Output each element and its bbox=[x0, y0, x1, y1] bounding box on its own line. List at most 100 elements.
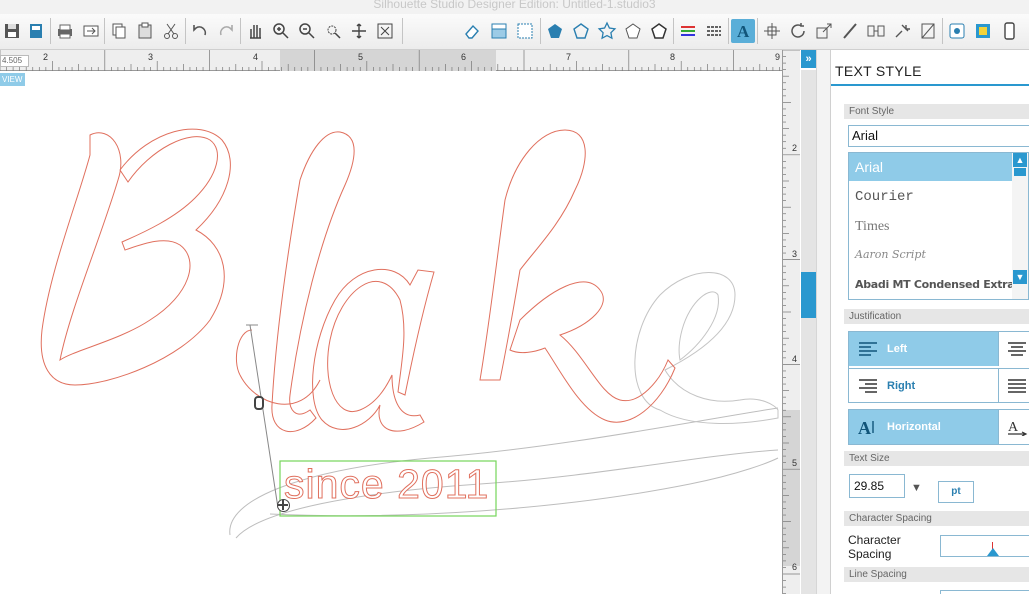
copy-icon[interactable] bbox=[107, 19, 131, 43]
justify-left-button[interactable]: Left bbox=[849, 332, 998, 366]
trace-icon[interactable] bbox=[569, 19, 593, 43]
move-handle-icon[interactable] bbox=[277, 499, 290, 512]
zoom-in-icon[interactable] bbox=[269, 19, 293, 43]
undo-icon[interactable] bbox=[188, 19, 212, 43]
ruler-label: 4 bbox=[792, 354, 798, 364]
library-icon[interactable] bbox=[945, 19, 969, 43]
panel-title: TEXT STYLE bbox=[835, 63, 922, 79]
top-ruler: 2 3 4 5 6 7 8 9 bbox=[0, 50, 782, 71]
drag-zoom-icon[interactable] bbox=[347, 19, 371, 43]
rotation-guide bbox=[249, 324, 279, 509]
align-right-icon bbox=[859, 378, 877, 393]
print-icon[interactable] bbox=[53, 19, 77, 43]
character-spacing-slider[interactable] bbox=[940, 535, 1029, 557]
rotate-icon[interactable] bbox=[786, 19, 810, 43]
lock-icon[interactable] bbox=[254, 396, 264, 410]
design-canvas[interactable]: since 2011 bbox=[0, 72, 782, 594]
collapse-panel-button[interactable]: » bbox=[801, 50, 816, 68]
svg-text:A: A bbox=[1008, 420, 1019, 435]
character-spacing-header: Character Spacing bbox=[844, 511, 1029, 526]
right-ruler: 2 3 4 5 6 bbox=[782, 50, 800, 594]
ruler-label: 2 bbox=[43, 52, 49, 62]
pan-hand-icon[interactable] bbox=[243, 19, 267, 43]
character-spacing-label: Character Spacing bbox=[848, 533, 901, 561]
send-to-cutter-icon[interactable] bbox=[79, 19, 103, 43]
align-center-icon bbox=[1008, 342, 1026, 356]
panel-divider bbox=[816, 50, 830, 594]
polygon-icon[interactable] bbox=[543, 19, 567, 43]
text-style-icon[interactable]: A bbox=[731, 19, 755, 43]
paste-icon[interactable] bbox=[133, 19, 157, 43]
text-size-input[interactable]: 29.85 bbox=[849, 474, 905, 498]
fit-to-page-icon[interactable] bbox=[373, 19, 397, 43]
scale-icon[interactable] bbox=[812, 19, 836, 43]
view-badge[interactable]: VIEW bbox=[0, 73, 25, 86]
since-text[interactable]: since 2011 bbox=[283, 461, 489, 508]
fill-color-icon[interactable] bbox=[487, 19, 511, 43]
direction-horizontal-label: Horizontal bbox=[887, 421, 941, 433]
eraser-icon[interactable] bbox=[460, 19, 484, 43]
align-justify-icon bbox=[1008, 379, 1026, 393]
letter-e-outline bbox=[634, 272, 779, 424]
ruler-label: 6 bbox=[792, 562, 798, 572]
font-item-abadi[interactable]: Abadi MT Condensed Extra bbox=[849, 271, 1013, 299]
scroll-down-icon[interactable]: ▼ bbox=[1013, 270, 1027, 284]
justify-center-button[interactable] bbox=[998, 332, 1029, 366]
font-name-input[interactable]: Arial bbox=[848, 125, 1029, 147]
font-list[interactable]: Arial Courier Times Aaron Script Abadi M… bbox=[848, 152, 1014, 300]
save-icon[interactable] bbox=[0, 19, 24, 43]
chevron-down-icon[interactable]: ▼ bbox=[911, 482, 922, 494]
save-to-library-icon[interactable] bbox=[24, 19, 48, 43]
vertical-scrollbar[interactable] bbox=[801, 70, 816, 594]
redo-icon[interactable] bbox=[214, 19, 238, 43]
font-item-courier[interactable]: Courier bbox=[849, 183, 1013, 211]
font-item-arial[interactable]: Arial bbox=[849, 153, 1013, 181]
pentagon-icon[interactable] bbox=[647, 19, 671, 43]
justify-right-button[interactable]: Right bbox=[849, 368, 998, 402]
text-size-header: Text Size bbox=[844, 451, 1029, 466]
font-list-scrollbar[interactable]: ▲ ▼ bbox=[1012, 152, 1029, 300]
phone-icon[interactable] bbox=[997, 19, 1021, 43]
font-item-times[interactable]: Times bbox=[849, 213, 1013, 241]
shape-outline-icon[interactable] bbox=[621, 19, 645, 43]
text-style-panel: TEXT STYLE Font Style Arial Arial Courie… bbox=[830, 50, 1029, 594]
letter-b-outline bbox=[40, 128, 231, 386]
ruler-label: 8 bbox=[670, 52, 676, 62]
store-icon[interactable] bbox=[971, 19, 995, 43]
justification-header: Justification bbox=[844, 309, 1029, 324]
zoom-select-icon[interactable] bbox=[321, 19, 345, 43]
ruler-label: 9 bbox=[775, 52, 781, 62]
star-icon[interactable] bbox=[595, 19, 619, 43]
ruler-label: 3 bbox=[792, 249, 798, 259]
line-style-icon[interactable] bbox=[702, 19, 726, 43]
align-icon[interactable] bbox=[760, 19, 784, 43]
line-spacing-slider[interactable] bbox=[940, 590, 1029, 594]
ruler-label: 6 bbox=[461, 52, 467, 62]
direction-vertical-button[interactable]: A bbox=[998, 410, 1029, 444]
zoom-out-icon[interactable] bbox=[295, 19, 319, 43]
fill-pattern-icon[interactable] bbox=[513, 19, 537, 43]
letter-a-outline bbox=[312, 269, 435, 432]
justify-full-button[interactable] bbox=[998, 368, 1029, 402]
line-color-icon[interactable] bbox=[676, 19, 700, 43]
direction-horizontal-button[interactable]: A Horizontal bbox=[849, 410, 998, 444]
font-item-aaron-script[interactable]: Aaron Script bbox=[849, 241, 1013, 269]
app-window: Silhouette Studio Designer Edition: Unti… bbox=[0, 0, 1029, 594]
cut-icon[interactable] bbox=[159, 19, 183, 43]
main-toolbar: A bbox=[0, 14, 1029, 50]
window-title: Silhouette Studio Designer Edition: Unti… bbox=[0, 0, 1029, 14]
panel-title-rule bbox=[831, 84, 1029, 86]
ruler-label: 2 bbox=[792, 143, 798, 153]
scroll-up-icon[interactable]: ▲ bbox=[1013, 153, 1027, 167]
justify-right-label: Right bbox=[887, 379, 916, 392]
svg-text:A: A bbox=[858, 418, 871, 436]
knife-icon[interactable] bbox=[838, 19, 862, 43]
replicate-icon[interactable] bbox=[864, 19, 888, 43]
text-size-unit[interactable]: pt bbox=[938, 481, 974, 503]
scrollbar-thumb[interactable] bbox=[801, 272, 816, 318]
font-scroll-thumb[interactable] bbox=[1014, 168, 1026, 176]
slider-handle-icon[interactable] bbox=[987, 548, 999, 556]
offset-icon[interactable] bbox=[916, 19, 940, 43]
horizontal-text-icon: A bbox=[858, 418, 874, 436]
modify-icon[interactable] bbox=[890, 19, 914, 43]
